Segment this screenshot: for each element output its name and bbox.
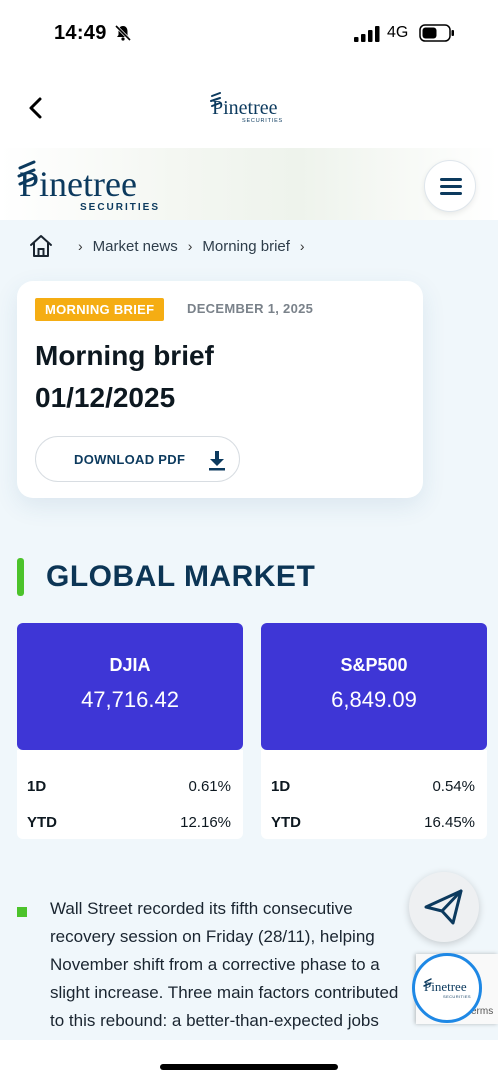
section-heading: GLOBAL MARKET	[17, 557, 315, 597]
send-icon	[424, 889, 463, 925]
category-badge[interactable]: MORNING BRIEF	[35, 298, 165, 321]
network-type: 4G	[387, 24, 409, 41]
stat-row-1d: 1D 0.54%	[271, 778, 475, 800]
breadcrumb-morning-brief[interactable]: Morning brief	[202, 238, 290, 255]
stat-label: YTD	[27, 814, 57, 831]
title-line-1: Morning brief	[35, 340, 214, 371]
stat-value: 0.54%	[432, 778, 475, 795]
stat-label: 1D	[271, 778, 291, 795]
app-header: Pinetree SECURITIES	[0, 66, 498, 148]
share-button[interactable]	[409, 872, 479, 942]
stat-row-ytd: YTD 12.16%	[27, 814, 231, 836]
chat-logo-text: Pinetree	[424, 979, 467, 994]
menu-icon	[440, 178, 462, 181]
chevron-right-icon: ›	[78, 238, 83, 254]
status-time: 14:49	[54, 22, 107, 44]
site-logo-sub: SECURITIES	[80, 202, 160, 213]
header-logo-text: Pinetree	[212, 97, 278, 119]
breadcrumb: › Market news › Morning brief ›	[28, 232, 315, 260]
page-title: Morning brief 01/12/2025	[35, 335, 405, 419]
home-indicator-bar	[0, 1040, 498, 1080]
bullet-square	[17, 907, 27, 917]
bell-off-icon	[114, 24, 132, 42]
stat-value: 16.45%	[424, 814, 475, 831]
chat-logo-sub: SECURITIES	[443, 994, 471, 999]
index-card-sp500: S&P500 6,849.09 1D 0.54% YTD 16.45%	[261, 623, 487, 839]
download-pdf-button[interactable]: DOWNLOAD PDF	[35, 436, 240, 482]
download-icon	[209, 451, 225, 471]
index-card-header: DJIA 47,716.42	[17, 623, 243, 750]
back-arrow-icon[interactable]	[22, 94, 50, 122]
site-logo-text: Pinetree	[19, 164, 137, 204]
index-value: 47,716.42	[81, 687, 179, 712]
status-bar: 14:49 4G	[0, 0, 498, 66]
section-accent-bar	[17, 558, 24, 596]
index-stats: 1D 0.54% YTD 16.45%	[261, 750, 487, 839]
header-logo: Pinetree SECURITIES	[210, 92, 283, 124]
stat-row-ytd: YTD 16.45%	[271, 814, 475, 836]
chat-support-button[interactable]: Pinetree SECURITIES	[412, 953, 482, 1023]
index-name: DJIA	[109, 655, 151, 675]
index-card-header: S&P500 6,849.09	[261, 623, 487, 750]
chevron-right-icon: ›	[299, 238, 305, 254]
article-header-card: MORNING BRIEF DECEMBER 1, 2025 Morning b…	[17, 281, 423, 498]
stat-value: 12.16%	[180, 814, 231, 831]
breadcrumb-market-news[interactable]: Market news	[93, 238, 178, 255]
download-pdf-label: DOWNLOAD PDF	[74, 452, 186, 467]
index-stats: 1D 0.61% YTD 12.16%	[17, 750, 243, 839]
index-value: 6,849.09	[331, 687, 417, 712]
stat-label: YTD	[271, 814, 301, 831]
site-logo[interactable]: Pinetree SECURITIES	[14, 156, 164, 214]
publish-date: DECEMBER 1, 2025	[187, 301, 314, 316]
chevron-right-icon: ›	[187, 238, 193, 254]
index-card-djia: DJIA 47,716.42 1D 0.61% YTD 12.16%	[17, 623, 243, 839]
stat-row-1d: 1D 0.61%	[27, 778, 231, 800]
index-name: S&P500	[340, 655, 408, 675]
chat-logo: Pinetree SECURITIES	[423, 978, 471, 999]
cellular-signal-icon	[354, 26, 380, 42]
site-navbar: Pinetree SECURITIES	[0, 148, 498, 220]
home-indicator[interactable]	[160, 1064, 338, 1070]
battery-icon	[419, 24, 454, 42]
hamburger-menu-button[interactable]	[424, 160, 476, 212]
home-icon[interactable]	[28, 233, 54, 259]
section-title: GLOBAL MARKET	[46, 560, 316, 593]
header-logo-sub: SECURITIES	[242, 118, 283, 124]
title-line-2: 01/12/2025	[35, 382, 176, 413]
stat-value: 0.61%	[188, 778, 231, 795]
stat-label: 1D	[27, 778, 47, 795]
